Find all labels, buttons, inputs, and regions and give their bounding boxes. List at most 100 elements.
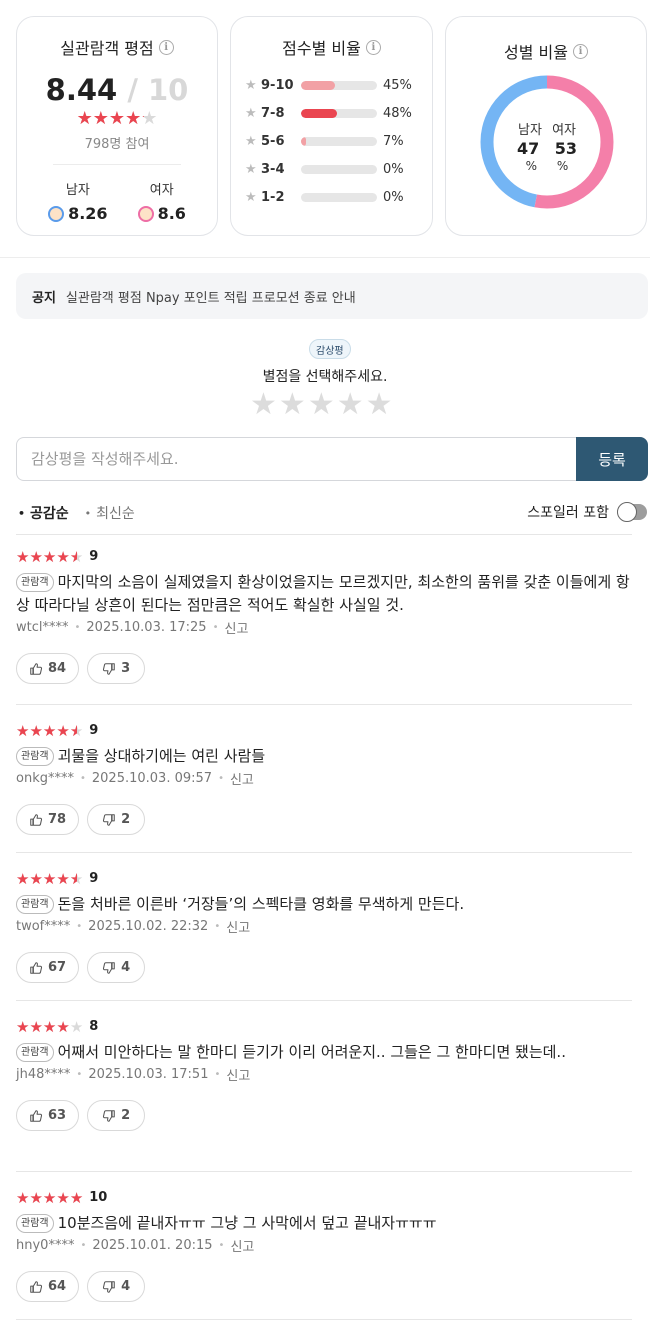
review-text: 괴물을 상대하기에는 여린 사람들 (57, 747, 266, 765)
dist-bar (301, 164, 377, 174)
vote-buttons: 64 4 (16, 1271, 632, 1302)
review-date: 2025.10.03. 09:57 (91, 771, 213, 786)
dist-pct: 0% (383, 189, 404, 205)
info-icon[interactable]: i (572, 43, 588, 59)
score-max: / 10 (127, 73, 189, 107)
review-divider (16, 1171, 632, 1172)
like-count: 63 (48, 1108, 67, 1123)
meta-separator: • (212, 622, 219, 633)
sort-likes-label: 공감순 (30, 506, 69, 522)
rating-card-title: 실관람객 평점 (60, 39, 154, 58)
star-icon: ★★ (69, 1188, 84, 1207)
like-button[interactable]: 67 (16, 952, 80, 983)
star-icon: ★★ (69, 869, 84, 888)
review-text: 돈을 처바른 이른바 ‘거장들’의 스펙타클 영화를 무색하게 만든다. (57, 895, 465, 913)
meta-separator: • (214, 921, 221, 932)
like-button[interactable]: 64 (16, 1271, 80, 1302)
female-label: 여자 (149, 183, 174, 198)
review-input[interactable] (16, 437, 576, 481)
report-link[interactable]: 신고 (230, 769, 254, 788)
list-top-divider (16, 534, 632, 535)
review-score: 9 (89, 722, 99, 738)
dist-label: 1-2 (261, 189, 285, 205)
info-icon[interactable]: i (365, 39, 381, 55)
like-button[interactable]: 84 (16, 653, 80, 684)
dislike-count: 4 (121, 960, 131, 975)
like-button[interactable]: 78 (16, 804, 80, 835)
rating-card: 실관람객 평점 i 8.44 / 10 ★★★★★★★★★★ 798명 참여 남… (16, 16, 218, 236)
average-score: 8.44 / 10 (17, 73, 217, 107)
dist-card-title: 점수별 비율 (282, 39, 361, 58)
notice-text[interactable]: 실관람객 평점 Npay 포인트 적립 프로모션 종료 안내 (66, 287, 356, 306)
review-date: 2025.10.02. 22:32 (88, 919, 209, 934)
meta-separator: • (218, 773, 224, 784)
dislike-count: 2 (121, 1108, 131, 1123)
dislike-button[interactable]: 2 (87, 1100, 146, 1131)
gender-card-title: 성별 비율 (504, 43, 568, 62)
review-score: 9 (89, 548, 99, 564)
dist-label: 9-10 (261, 77, 294, 93)
star-rating-selector[interactable]: ★ ★ ★ ★ ★ (250, 388, 393, 422)
dist-label: 7-8 (261, 105, 285, 121)
rating-card-header: 실관람객 평점 i (17, 35, 217, 59)
gender-card-header: 성별 비율 i (446, 39, 646, 63)
star-icon: ★★ (42, 721, 57, 740)
review-score: 10 (89, 1189, 108, 1205)
rate-star-1[interactable]: ★ (250, 388, 277, 422)
viewer-tag: 관람객 (16, 747, 54, 766)
review-stars: ★★★★★★★★★★ (16, 1188, 83, 1207)
dist-pct: 7% (383, 133, 404, 149)
review-body: 관람객 돈을 처바른 이른바 ‘거장들’의 스펙타클 영화를 무색하게 만든다. (16, 893, 632, 916)
viewer-tag: 관람객 (16, 1214, 54, 1233)
review-text: 10분즈음에 끝내자ㅠㅠ 그냥 그 사막에서 덮고 끝내자ㅠㅠㅠ (57, 1214, 437, 1232)
star-icon: ★★ (69, 547, 84, 566)
submit-button[interactable]: 등록 (576, 437, 648, 481)
star-icon: ★★ (125, 108, 142, 129)
sort-by-latest[interactable]: • 최신순 (85, 503, 135, 523)
star-icon: ★★ (29, 1188, 43, 1207)
sort-by-likes[interactable]: • 공감순 (18, 503, 69, 523)
rate-star-5[interactable]: ★ (366, 388, 393, 422)
donut-female-label: 여자 (552, 123, 576, 138)
review-item: ★ ★ ★ ★ ★ ★ ★ ★ ★ ★ 10 관람객 10분즈음에 끝내자ㅠㅠ 그냥 그 사막에서 덮고… (16, 1188, 632, 1302)
star-icon: ★★ (42, 1017, 57, 1036)
notice-tag: 공지 (32, 290, 56, 306)
rate-star-4[interactable]: ★ (337, 388, 364, 422)
spoiler-toggle[interactable] (617, 502, 647, 522)
review-stars: ★★★★★★★★★★ (16, 869, 83, 888)
dislike-button[interactable]: 2 (87, 804, 146, 835)
dislike-count: 3 (121, 661, 131, 676)
like-button[interactable]: 63 (16, 1100, 80, 1131)
info-icon[interactable]: i (158, 39, 174, 55)
rate-star-2[interactable]: ★ (279, 388, 306, 422)
dislike-button[interactable]: 3 (87, 653, 146, 684)
spoiler-label: 스포일러 포함 (527, 505, 609, 521)
dislike-button[interactable]: 4 (87, 952, 146, 983)
meta-separator: • (76, 1069, 83, 1080)
thumbs-down-icon (102, 1280, 115, 1293)
review-body: 관람객 마지막의 소음이 실제였을지 환상이었을지는 모르겠지만, 최소한의 품위… (16, 571, 632, 617)
dislike-button[interactable]: 4 (87, 1271, 146, 1302)
notice-banner[interactable]: 공지 실관람객 평점 Npay 포인트 적립 프로모션 종료 안내 (16, 273, 648, 319)
meta-separator: • (74, 622, 81, 633)
male-score: 8.26 (68, 204, 108, 223)
star-icon: ★★ (56, 869, 70, 888)
viewer-tag: 관람객 (16, 573, 54, 592)
star-icon: ★★ (56, 547, 70, 566)
male-avatar-icon (48, 205, 65, 222)
review-stars: ★★★★★★★★★★ (16, 1017, 83, 1036)
review-badge: 감상평 (309, 339, 351, 359)
star-icon: ★★ (16, 1017, 30, 1036)
star-icon: ★ (245, 105, 257, 121)
report-link[interactable]: 신고 (226, 1065, 250, 1084)
review-meta: wtcl**** • 2025.10.03. 17:25 • 신고 (16, 618, 632, 637)
report-link[interactable]: 신고 (226, 917, 250, 936)
review-user: jh48**** (16, 1067, 71, 1082)
report-link[interactable]: 신고 (230, 1236, 254, 1255)
report-link[interactable]: 신고 (224, 618, 248, 637)
rate-star-3[interactable]: ★ (308, 388, 335, 422)
review-rating: ★★★★★★★★★★9 (16, 869, 632, 887)
star-icon: ★★ (29, 869, 43, 888)
star-icon: ★★ (42, 547, 57, 566)
review-date: 2025.10.01. 20:15 (92, 1238, 213, 1253)
